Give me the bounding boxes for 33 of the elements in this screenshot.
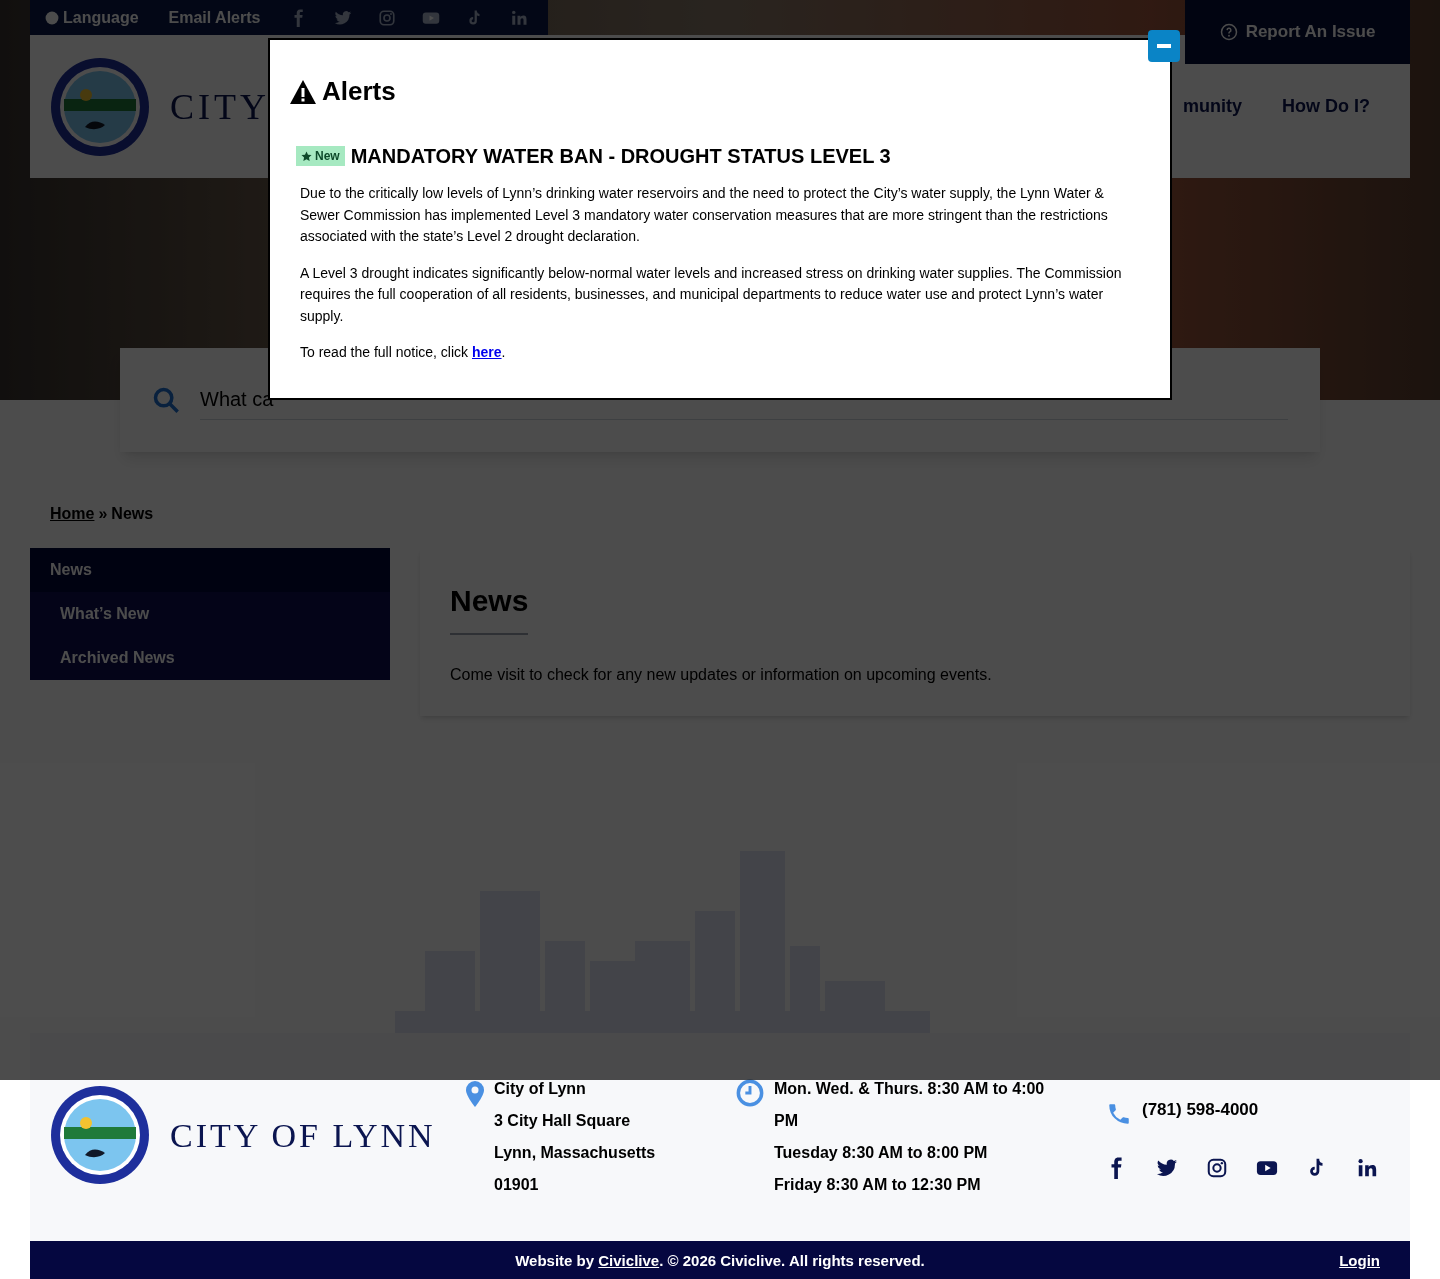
alert-paragraph: A Level 3 drought indicates significantly below-normal water levels and increased stress on drinking water supplies. The Commission requires the full cooperation of all residents, businesses, and municipal departments to reduce water use and protect Lynn’s water supply. [300,263,1123,326]
login-link[interactable]: Login [1339,1250,1380,1273]
hours-line: Tuesday 8:30 AM to 8:00 PM [774,1143,989,1163]
address-line: 01901 [494,1175,540,1195]
page-description: Come visit to check for any new updates or information on upcoming events. [450,665,993,685]
dialog-title: Alerts [322,75,396,108]
instagram-icon[interactable] [1206,1157,1228,1179]
copyright-text: Website by Civiclive. © 2026 Civiclive. All rights reserved. [515,1251,925,1272]
warning-icon [290,79,316,104]
star-icon [301,150,312,162]
hours-line: Friday 8:30 AM to 12:30 PM [774,1175,982,1195]
linkedin-icon[interactable] [1356,1157,1378,1179]
hours-line: Mon. Wed. & Thurs. 8:30 AM to 4:00 PM [774,1079,1046,1131]
breadcrumb-separator: » [98,504,108,524]
twitter-bird-icon[interactable] [1156,1157,1178,1179]
phone-icon [1106,1101,1132,1127]
address-line: 3 City Hall Square [494,1111,632,1131]
alert-paragraph: Due to the critically low levels of Lynn’s drinking water reservoirs and the need to protect the City’s water supply, the Lynn Water & Sewer Commission has implemented Level 3 mandatory water conservation measures that are more stringent than the restrictions associated with the state’s Level 2 drought declaration. [300,184,1109,246]
map-pin-icon [466,1081,484,1107]
alert-title: MANDATORY WATER BAN - DROUGHT STATUS LEVEL 3 [350,144,891,169]
address-line: Lynn, Massachusetts [494,1143,656,1163]
badge-label: New [315,148,340,165]
site-name: CITY [170,85,270,129]
minus-icon [1157,44,1171,48]
breadcrumb-current: News [111,504,154,524]
alert-paragraph: To read the full notice, click here. [300,343,507,362]
minimize-button[interactable] [1148,30,1180,62]
civiclive-link[interactable]: Civiclive [598,1252,660,1270]
address-line: City of Lynn [494,1079,587,1099]
phone-number: (781) 598-4000 [1142,1099,1259,1121]
footer-site-name: CITY OF LYNN [170,1115,436,1156]
here-link[interactable]: here [472,344,502,360]
clock-icon [736,1079,764,1107]
